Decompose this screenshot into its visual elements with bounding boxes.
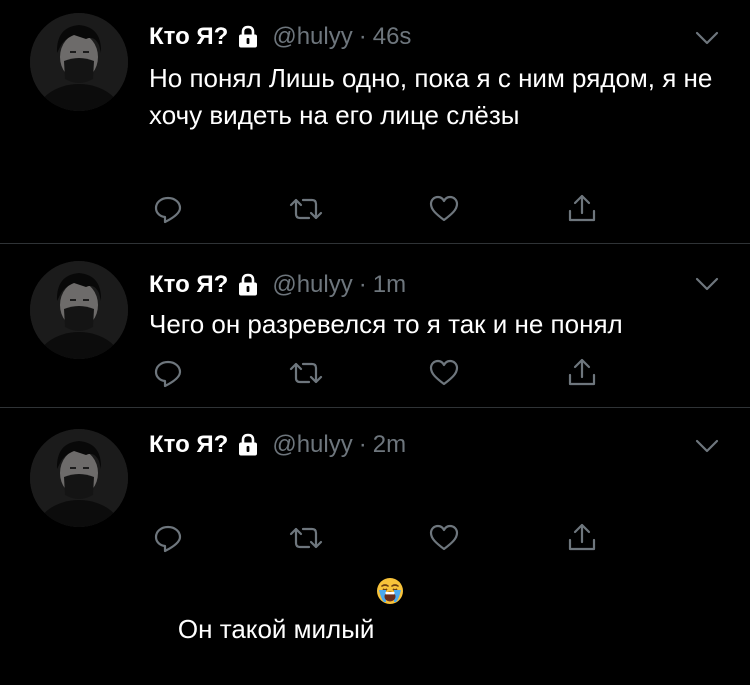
lock-icon (238, 25, 258, 49)
tweet-header: Кто Я? @hulyy · 46s (149, 20, 411, 54)
action-bar (152, 522, 612, 554)
display-name[interactable]: Кто Я? (149, 23, 228, 51)
retweet-icon[interactable] (287, 193, 325, 225)
share-icon[interactable] (566, 522, 598, 554)
share-icon[interactable] (566, 357, 598, 389)
retweet-icon[interactable] (287, 357, 325, 389)
handle[interactable]: @hulyy (272, 23, 352, 51)
share-icon[interactable] (566, 193, 598, 225)
tweet[interactable]: Кто Я? @hulyy · 1m Чего он разревелся то… (0, 244, 750, 407)
action-bar (152, 357, 612, 389)
like-icon[interactable] (428, 193, 460, 225)
retweet-icon[interactable] (287, 522, 325, 554)
action-bar (152, 193, 612, 225)
reply-icon[interactable] (152, 522, 184, 554)
tweet-text: Чего он разревелся то я так и не понял (149, 309, 623, 339)
chevron-down-icon[interactable] (694, 438, 720, 454)
timestamp[interactable]: 2m (373, 431, 406, 459)
avatar[interactable] (30, 429, 128, 527)
avatar[interactable] (30, 261, 128, 359)
lock-icon (238, 273, 258, 297)
separator-dot: · (358, 431, 367, 458)
reply-icon[interactable] (152, 357, 184, 389)
handle[interactable]: @hulyy (272, 271, 352, 299)
tweet-text-row: Он такой милый (149, 466, 719, 685)
lock-icon (238, 433, 258, 457)
display-name[interactable]: Кто Я? (149, 271, 228, 299)
tweet-text: Но понял Лишь одно, пока я с ним рядом, … (149, 63, 720, 130)
separator-dot: · (358, 23, 367, 50)
separator-dot: · (358, 271, 367, 298)
like-icon[interactable] (428, 357, 460, 389)
tweet-header: Кто Я? @hulyy · 1m (149, 268, 406, 302)
display-name[interactable]: Кто Я? (149, 431, 228, 459)
tweet[interactable]: Кто Я? @hulyy · 2m Он такой милый (0, 408, 750, 644)
timestamp[interactable]: 1m (373, 271, 406, 299)
tweet[interactable]: Кто Я? @hulyy · 46s Но понял Лишь одно, … (0, 0, 750, 243)
handle[interactable]: @hulyy (272, 431, 352, 459)
tweet-text: Он такой милый (177, 614, 375, 644)
like-icon[interactable] (428, 522, 460, 554)
chevron-down-icon[interactable] (694, 30, 720, 46)
tweet-header: Кто Я? @hulyy · 2m (149, 428, 406, 462)
reply-icon[interactable] (152, 193, 184, 225)
chevron-down-icon[interactable] (694, 276, 720, 292)
timestamp[interactable]: 46s (373, 23, 412, 51)
avatar[interactable] (30, 13, 128, 111)
